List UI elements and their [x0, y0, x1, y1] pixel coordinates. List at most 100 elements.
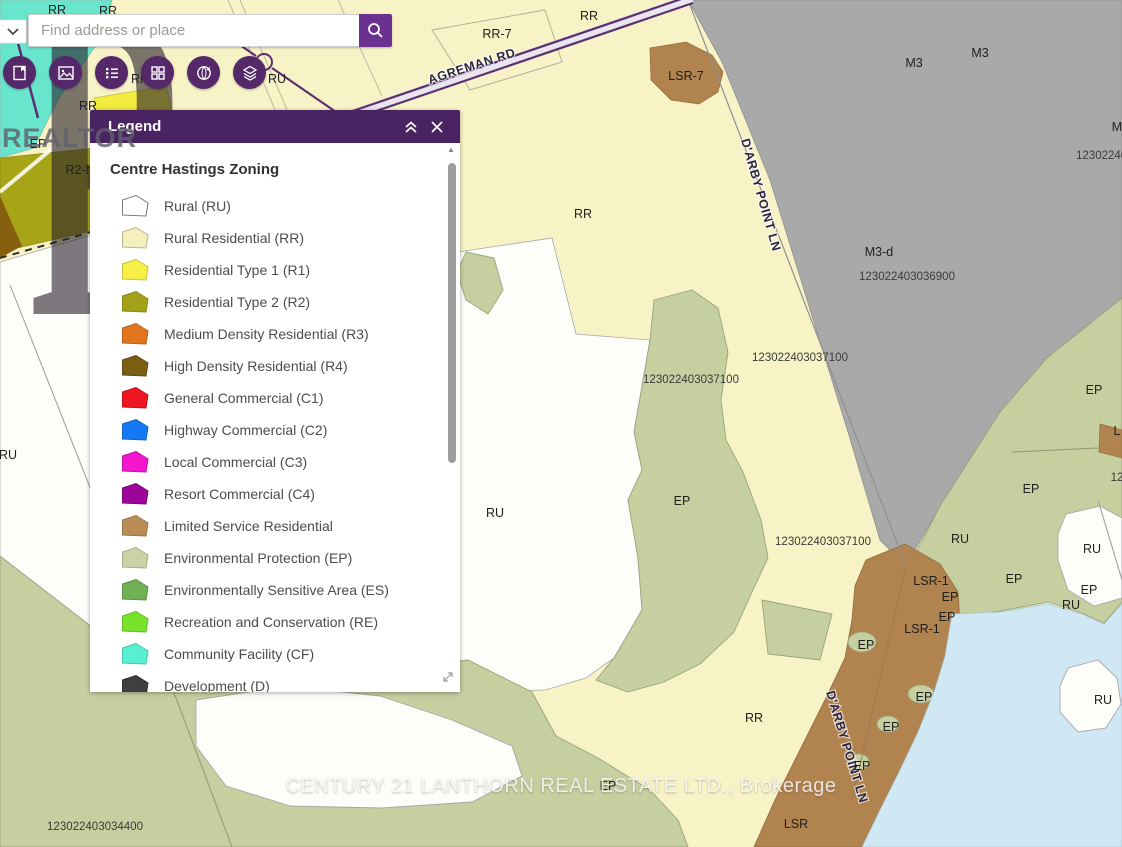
collapse-button[interactable]: [398, 114, 424, 140]
grid-icon: [149, 64, 167, 82]
search-source-dropdown[interactable]: [0, 19, 27, 44]
legend-item-label: Rural (RU): [164, 198, 231, 214]
globe-button[interactable]: [187, 56, 220, 89]
map-label: LSR-1: [913, 574, 948, 588]
map-label: EP: [942, 590, 959, 604]
legend-panel-title: Legend: [108, 118, 398, 135]
search-button[interactable]: [359, 14, 392, 47]
map-label: RR: [580, 9, 598, 23]
legend-swatch: [122, 675, 149, 692]
legend-item: General Commercial (C1): [110, 382, 458, 414]
map-label: RU: [951, 532, 969, 546]
legend-item-label: Residential Type 1 (R1): [164, 262, 310, 278]
legend-swatch: [122, 195, 149, 217]
map-label: 123022403036900: [859, 271, 955, 283]
legend-scrollbar[interactable]: ▲: [447, 143, 457, 692]
map-label: EP: [1023, 482, 1040, 496]
scrollbar-thumb[interactable]: [448, 163, 456, 463]
map-label: RU: [1094, 693, 1112, 707]
map-label: M3: [971, 46, 988, 60]
legend-swatch: [122, 611, 149, 633]
map-image-button[interactable]: [49, 56, 82, 89]
legend-items: Rural (RU) Rural Residential (RR) Resident…: [110, 190, 458, 692]
map-label: 123022403037100: [643, 374, 739, 386]
map-label: 123022403037100: [775, 536, 871, 548]
legend-item: Community Facility (CF): [110, 638, 458, 670]
legend-panel: Legend Centre Hastings Zoning Rural (RU)…: [90, 110, 460, 692]
map-viewer: { "search": { "placeholder": "Find addre…: [0, 0, 1122, 847]
legend-section-title: Centre Hastings Zoning: [110, 161, 458, 178]
legend-item: Environmental Protection (EP): [110, 542, 458, 574]
map-label: LSR-7: [668, 69, 703, 83]
map-label: M: [1112, 120, 1122, 134]
map-label: RU: [268, 72, 286, 86]
legend-panel-body: Centre Hastings Zoning Rural (RU) Rural R…: [90, 143, 460, 692]
map-label: R2-h: [65, 163, 92, 177]
map-label: 12: [1111, 472, 1122, 484]
close-button[interactable]: [424, 114, 450, 140]
legend-item: Local Commercial (C3): [110, 446, 458, 478]
map-label: M3: [905, 56, 922, 70]
map-toolbar: [3, 56, 266, 89]
legend-swatch: [122, 419, 149, 441]
legend-item: Environmentally Sensitive Area (ES): [110, 574, 458, 606]
map-label: EP: [883, 720, 900, 734]
layers-icon: [241, 64, 259, 82]
legend-item: Resort Commercial (C4): [110, 478, 458, 510]
map-label: EP: [1086, 383, 1103, 397]
map-label: RU: [0, 448, 17, 462]
legend-swatch: [122, 227, 149, 249]
bookmarks-button[interactable]: [3, 56, 36, 89]
map-label: RU: [1062, 598, 1080, 612]
search-input[interactable]: [28, 14, 359, 47]
legend-item-label: Rural Residential (RR): [164, 230, 304, 246]
legend-swatch: [122, 483, 149, 505]
map-label: 123022403034400: [47, 821, 143, 833]
resize-icon: [442, 671, 454, 683]
legend-item: Rural (RU): [110, 190, 458, 222]
map-label: EP: [854, 759, 871, 773]
map-label: 123022403037100: [752, 352, 848, 364]
legend-item-label: Local Commercial (C3): [164, 454, 307, 470]
map-label: RU: [486, 506, 504, 520]
map-label: EP: [858, 638, 875, 652]
map-label: EP: [1081, 583, 1098, 597]
legend-panel-header[interactable]: Legend: [90, 110, 460, 143]
legend-item-label: Residential Type 2 (R2): [164, 294, 310, 310]
legend-item: Residential Type 1 (R1): [110, 254, 458, 286]
legend-swatch: [122, 515, 149, 537]
legend-swatch: [122, 547, 149, 569]
legend-item: Development (D): [110, 670, 458, 692]
map-label: EP: [30, 137, 47, 151]
legend-item-label: High Density Residential (R4): [164, 358, 348, 374]
map-label: EP: [674, 494, 691, 508]
legend-item: Rural Residential (RR): [110, 222, 458, 254]
map-label: RU: [1083, 542, 1101, 556]
legend-item: Limited Service Residential: [110, 510, 458, 542]
legend-item: Residential Type 2 (R2): [110, 286, 458, 318]
double-chevron-up-icon: [403, 120, 419, 134]
panel-resize-handle[interactable]: [442, 670, 454, 688]
legend-item-label: Development (D): [164, 678, 270, 692]
legend-swatch: [122, 291, 149, 313]
scroll-up-arrow[interactable]: ▲: [447, 145, 455, 154]
map-label: L: [1114, 424, 1121, 438]
legend-item: Highway Commercial (C2): [110, 414, 458, 446]
legend-item: Recreation and Conservation (RE): [110, 606, 458, 638]
map-label: EP: [916, 690, 933, 704]
legend-item-label: Resort Commercial (C4): [164, 486, 315, 502]
map-label: LSR: [784, 817, 808, 831]
map-label: RR-7: [482, 27, 511, 41]
legend-swatch: [122, 643, 149, 665]
map-label: 1230224030: [1076, 150, 1122, 162]
basemap-gallery-button[interactable]: [141, 56, 174, 89]
layers-button[interactable]: [233, 56, 266, 89]
legend-swatch: [122, 323, 149, 345]
legend-swatch: [122, 355, 149, 377]
map-label: EP: [939, 610, 956, 624]
legend-item-label: Community Facility (CF): [164, 646, 314, 662]
legend-item-label: General Commercial (C1): [164, 390, 323, 406]
legend-item: Medium Density Residential (R3): [110, 318, 458, 350]
legend-list-button[interactable]: [95, 56, 128, 89]
map-label: EP: [600, 779, 617, 793]
